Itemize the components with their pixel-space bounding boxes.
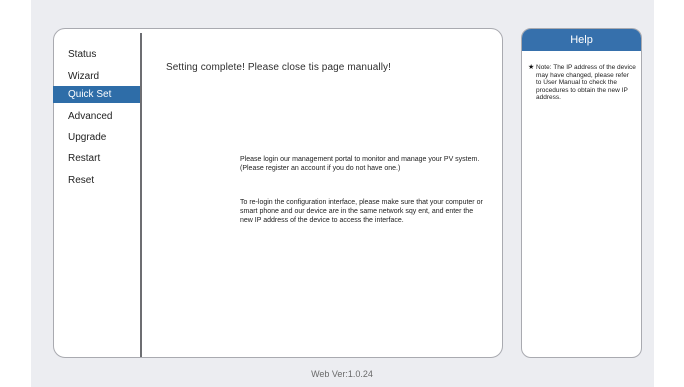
login-instructions: Please login our management portal to mo… bbox=[240, 156, 480, 172]
help-note: ★ Note: The IP address of the device may… bbox=[528, 64, 636, 102]
sidebar-item-restart[interactable]: Restart bbox=[53, 150, 140, 167]
relogin-instructions: To re-login the configuration interface,… bbox=[240, 199, 483, 224]
help-note-text: Note: The IP address of the device may h… bbox=[536, 64, 636, 102]
sidebar-item-status[interactable]: Status bbox=[53, 46, 140, 63]
sidebar-item-quick-set[interactable]: Quick Set bbox=[53, 86, 140, 103]
web-version: Web Ver:1.0.24 bbox=[311, 369, 373, 379]
star-icon: ★ bbox=[528, 64, 535, 71]
completion-message: Setting complete! Please close tis page … bbox=[166, 62, 392, 73]
help-title: Help bbox=[522, 29, 641, 51]
sidebar-item-wizard[interactable]: Wizard bbox=[53, 68, 140, 85]
sidebar-item-reset[interactable]: Reset bbox=[53, 172, 140, 189]
sidebar-divider bbox=[140, 33, 142, 357]
sidebar-item-upgrade[interactable]: Upgrade bbox=[53, 129, 140, 146]
help-panel: Help ★ Note: The IP address of the devic… bbox=[521, 28, 642, 358]
sidebar-item-advanced[interactable]: Advanced bbox=[53, 108, 140, 125]
